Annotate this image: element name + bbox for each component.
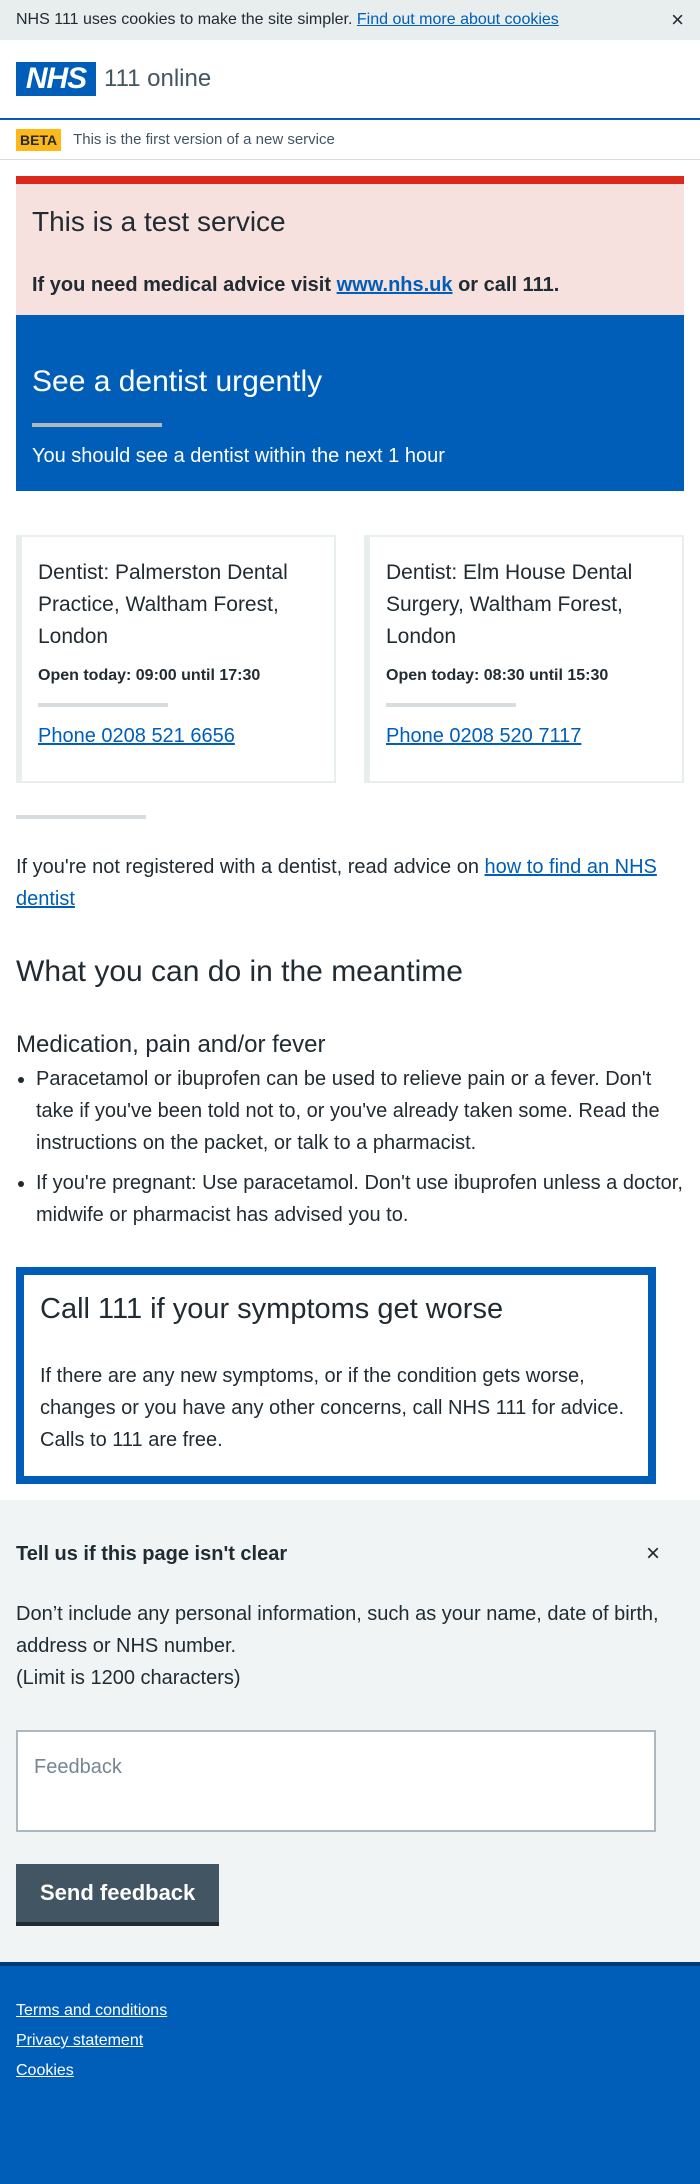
test-service-prefix: If you need medical advice visit	[32, 274, 332, 296]
feedback-section: Tell us if this page isn't clear × Don’t…	[0, 1500, 700, 1962]
section-divider	[16, 815, 146, 819]
registration-text: If you're not registered with a dentist,…	[16, 856, 479, 878]
call-111-box: Call 111 if your symptoms get worse If t…	[16, 1267, 656, 1484]
list-item: If you're pregnant: Use paracetamol. Don…	[36, 1167, 684, 1231]
service-name[interactable]: 111 online	[104, 65, 211, 93]
close-icon[interactable]: ×	[671, 9, 684, 31]
test-service-suffix: or call 111.	[458, 274, 560, 296]
registration-advice: If you're not registered with a dentist,…	[16, 851, 684, 915]
feedback-info-text: Don’t include any personal information, …	[16, 1603, 659, 1657]
card-divider	[386, 703, 516, 707]
cookie-message: NHS 111 uses cookies to make the site si…	[16, 11, 559, 29]
call-111-title: Call 111 if your symptoms get worse	[40, 1293, 504, 1325]
list-item: Paracetamol or ibuprofen can be used to …	[36, 1063, 684, 1159]
service-phone-link[interactable]: Phone 0208 520 7117	[386, 725, 581, 747]
service-card: Dentist: Elm House Dental Surgery, Walth…	[364, 535, 684, 783]
nhs-website-link[interactable]: www.nhs.uk	[337, 274, 453, 296]
service-hours: Open today: 08:30 until 15:30	[386, 667, 609, 684]
feedback-info: Don’t include any personal information, …	[16, 1598, 684, 1694]
cookie-info-link[interactable]: Find out more about cookies	[357, 11, 559, 28]
care-title: See a dentist urgently	[32, 365, 323, 398]
beta-tag: BETA	[16, 128, 62, 151]
service-name: Dentist: Elm House Dental Surgery, Walth…	[386, 561, 633, 648]
site-header: NHS 111 online	[0, 40, 700, 120]
service-phone-link[interactable]: Phone 0208 521 6656	[38, 725, 235, 747]
card-divider	[38, 703, 168, 707]
service-card: Dentist: Palmerston Dental Practice, Wal…	[16, 535, 336, 783]
feedback-heading: Tell us if this page isn't clear	[16, 1542, 288, 1565]
service-cards: Dentist: Palmerston Dental Practice, Wal…	[16, 535, 684, 783]
medication-heading: Medication, pain and/or fever	[16, 1031, 326, 1058]
site-footer: Terms and conditions Privacy statement C…	[0, 1962, 700, 2184]
service-name: Dentist: Palmerston Dental Practice, Wal…	[38, 561, 288, 648]
care-subtitle: You should see a dentist within the next…	[32, 445, 445, 467]
footer-link-terms[interactable]: Terms and conditions	[16, 2002, 684, 2020]
main-content: If you're not registered with a dentist,…	[0, 851, 700, 1231]
care-divider	[32, 423, 162, 427]
close-icon[interactable]: ×	[646, 1540, 684, 1568]
test-service-title: This is a test service	[32, 206, 286, 237]
send-feedback-button[interactable]: Send feedback	[16, 1864, 220, 1922]
care-advice-banner: See a dentist urgently You should see a …	[16, 315, 684, 491]
service-hours: Open today: 09:00 until 17:30	[38, 667, 261, 684]
footer-link-privacy[interactable]: Privacy statement	[16, 2032, 684, 2050]
nhs-logo[interactable]: NHS	[16, 62, 96, 96]
feedback-input[interactable]: Feedback	[16, 1730, 656, 1832]
call-111-text: If there are any new symptoms, or if the…	[40, 1365, 625, 1451]
cookie-text: NHS 111 uses cookies to make the site si…	[16, 11, 353, 28]
cookie-banner: NHS 111 uses cookies to make the site si…	[0, 0, 700, 40]
medication-list: Paracetamol or ibuprofen can be used to …	[16, 1063, 684, 1231]
test-service-message: If you need medical advice visit www.nhs…	[32, 274, 668, 297]
test-service-banner: This is a test service If you need medic…	[16, 176, 684, 315]
beta-banner: BETA This is the first version of a new …	[0, 120, 700, 160]
feedback-header: Tell us if this page isn't clear ×	[16, 1540, 684, 1568]
footer-link-cookies[interactable]: Cookies	[16, 2062, 684, 2080]
beta-text: This is the first version of a new servi…	[73, 131, 335, 148]
feedback-limit: (Limit is 1200 characters)	[16, 1667, 241, 1689]
meantime-heading: What you can do in the meantime	[16, 955, 463, 988]
